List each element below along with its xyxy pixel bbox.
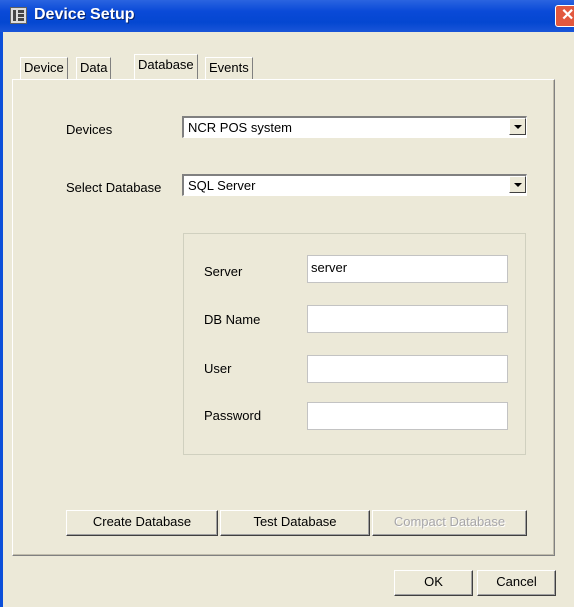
- compact-database-button: Compact Database: [372, 510, 527, 536]
- cancel-button[interactable]: Cancel: [477, 570, 556, 596]
- server-input[interactable]: server: [307, 255, 508, 283]
- window-title: Device Setup: [34, 6, 135, 23]
- window-frame: [0, 32, 3, 607]
- devices-value: NCR POS system: [188, 120, 293, 135]
- tab-device[interactable]: Device: [20, 57, 68, 79]
- tab-data[interactable]: Data: [76, 57, 112, 79]
- title-bar: Device Setup ✕: [0, 0, 574, 32]
- tab-database[interactable]: Database: [134, 54, 198, 79]
- dropdown-arrow-icon[interactable]: [509, 176, 526, 193]
- test-database-button[interactable]: Test Database: [220, 510, 370, 536]
- select-database-value: SQL Server: [188, 178, 256, 193]
- select-database-label: Select Database: [66, 180, 162, 195]
- dropdown-arrow-icon[interactable]: [509, 118, 526, 135]
- close-button[interactable]: ✕: [555, 5, 574, 27]
- ok-button[interactable]: OK: [394, 570, 473, 596]
- user-input[interactable]: [307, 355, 508, 383]
- tab-events[interactable]: Events: [205, 57, 253, 79]
- db-name-input[interactable]: [307, 305, 508, 333]
- app-icon: [10, 7, 27, 24]
- devices-label: Devices: [66, 122, 113, 137]
- server-label: Server: [204, 264, 243, 279]
- user-label: User: [204, 361, 232, 376]
- select-database-dropdown[interactable]: SQL Server: [182, 174, 527, 196]
- password-label: Password: [204, 408, 262, 423]
- create-database-button[interactable]: Create Database: [66, 510, 218, 536]
- devices-dropdown[interactable]: NCR POS system: [182, 116, 527, 138]
- db-name-label: DB Name: [204, 312, 261, 327]
- password-input[interactable]: [307, 402, 508, 430]
